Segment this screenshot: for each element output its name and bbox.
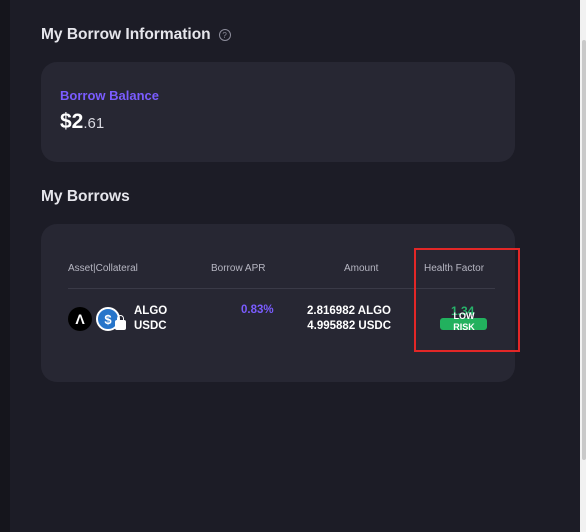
asset-name-primary: ALGO — [134, 305, 168, 317]
scrollbar-track[interactable] — [580, 0, 586, 532]
my-borrows-title: My Borrows — [41, 188, 130, 206]
borrow-balance-label: Borrow Balance — [60, 88, 159, 103]
borrow-info-title-text: My Borrow Information — [41, 26, 211, 43]
algo-icon: Λ — [68, 307, 92, 331]
scrollbar-thumb[interactable] — [582, 40, 586, 460]
amount-primary: 2.816982 ALGO — [307, 305, 391, 317]
health-factor-highlight-box — [414, 248, 520, 352]
column-header-amount: Amount — [344, 263, 379, 274]
borrow-info-title: My Borrow Information ? — [41, 26, 231, 44]
borrow-balance-int: $2 — [60, 110, 84, 133]
help-icon[interactable]: ? — [218, 29, 231, 41]
borrow-balance-card: Borrow Balance $2.61 — [41, 62, 515, 162]
column-header-apr: Borrow APR — [211, 263, 266, 274]
borrow-balance-decimal: .61 — [83, 115, 105, 132]
borrow-balance-value: $2.61 — [60, 110, 104, 134]
amount-value: 2.816982 ALGO 4.995882 USDC — [307, 304, 391, 334]
asset-name-collateral: USDC — [134, 320, 167, 332]
lock-icon — [115, 315, 126, 330]
my-borrows-title-text: My Borrows — [41, 188, 130, 205]
column-header-asset: Asset|Collateral — [68, 263, 138, 274]
left-panel-edge — [0, 0, 10, 532]
borrow-apr-value: 0.83% — [241, 304, 274, 316]
amount-collateral: 4.995882 USDC — [307, 320, 391, 332]
asset-names: ALGO USDC — [134, 304, 167, 334]
asset-icon-group: Λ $ — [68, 307, 128, 331]
